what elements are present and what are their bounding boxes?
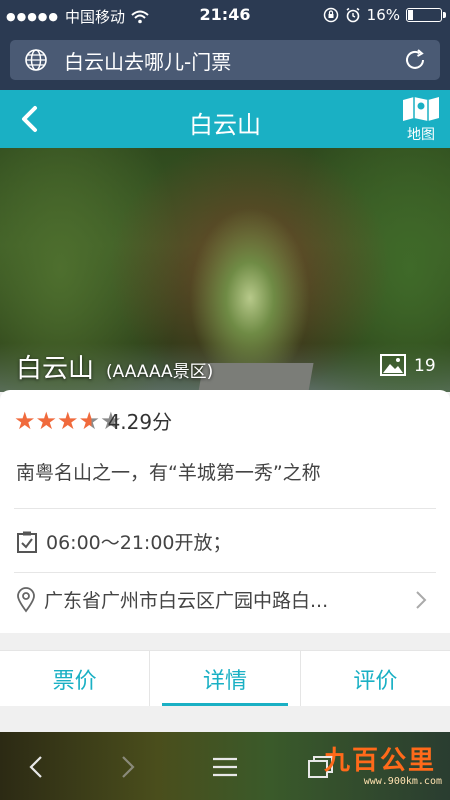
- hero-path-decor: [196, 363, 314, 392]
- watermark-logo: 九百公里: [323, 746, 436, 776]
- address-bar[interactable]: 白云山去哪儿-门票: [10, 40, 440, 80]
- battery-percent: 16%: [366, 6, 400, 24]
- detail-tabs: 票价 详情 评价: [0, 650, 450, 706]
- star-icon: ★: [14, 406, 36, 435]
- info-card: ★ ★ ★ ★ ★ 4.29分 南粤名山之一，有“羊城第一秀”之称 06:00～…: [0, 390, 450, 633]
- browser-address-area: 白云山去哪儿-门票: [0, 30, 450, 90]
- address-row[interactable]: 广东省广州市白云区广园中路白...: [16, 586, 436, 613]
- address-text: 广东省广州市白云区广园中路白...: [44, 590, 329, 612]
- map-button[interactable]: 地图: [400, 96, 442, 144]
- rating: ★ ★ ★ ★ ★ 4.29分: [14, 406, 172, 435]
- globe-icon: [25, 49, 47, 71]
- hero-image[interactable]: 白云山 (AAAAA景区) 19: [0, 148, 450, 392]
- chevron-right-icon: [416, 590, 427, 609]
- status-bar: ●●●●● 中国移动 21:46 16%: [0, 0, 450, 30]
- attraction-name-text: 白云山: [16, 354, 95, 384]
- location-pin-icon: [17, 586, 35, 613]
- divider: [14, 508, 436, 509]
- attraction-description: 南粤名山之一，有“羊城第一秀”之称: [16, 462, 321, 484]
- page-title: 白云山: [189, 111, 261, 139]
- photo-count: 19: [414, 356, 436, 376]
- star-icon: ★: [57, 406, 79, 435]
- opening-hours: 06:00～21:00开放；: [16, 528, 232, 555]
- browser-forward-icon[interactable]: [112, 752, 142, 782]
- star-half-icon: ★: [78, 406, 101, 435]
- tab-details[interactable]: 详情: [149, 651, 299, 706]
- attraction-name: 白云山 (AAAAA景区): [16, 348, 213, 385]
- menu-icon[interactable]: [210, 752, 240, 782]
- hours-text: 06:00～21:00开放；: [46, 532, 232, 554]
- photo-gallery-icon[interactable]: [380, 354, 406, 376]
- tab-reviews[interactable]: 评价: [299, 651, 450, 706]
- map-label: 地图: [407, 127, 435, 143]
- browser-back-icon[interactable]: [22, 752, 52, 782]
- rating-score: 4.29分: [107, 410, 173, 434]
- app-header: 白云山 地图: [0, 90, 450, 148]
- battery-icon: [406, 8, 446, 22]
- watermark-url: www.900km.com: [363, 776, 442, 787]
- rotation-lock-icon: [323, 7, 338, 23]
- tab-price[interactable]: 票价: [0, 651, 149, 706]
- star-icon: ★: [35, 406, 58, 435]
- page-title-url: 白云山去哪儿-门票: [64, 49, 232, 74]
- star-rating: ★ ★ ★ ★ ★: [14, 409, 122, 433]
- divider: [14, 572, 436, 573]
- map-icon: [403, 97, 439, 121]
- browser-toolbar: 九百公里 www.900km.com: [0, 732, 450, 800]
- clipboard-check-icon: [17, 531, 37, 553]
- alarm-icon: [346, 7, 360, 23]
- attraction-level: (AAAAA景区): [106, 362, 214, 382]
- reload-icon[interactable]: [402, 47, 428, 73]
